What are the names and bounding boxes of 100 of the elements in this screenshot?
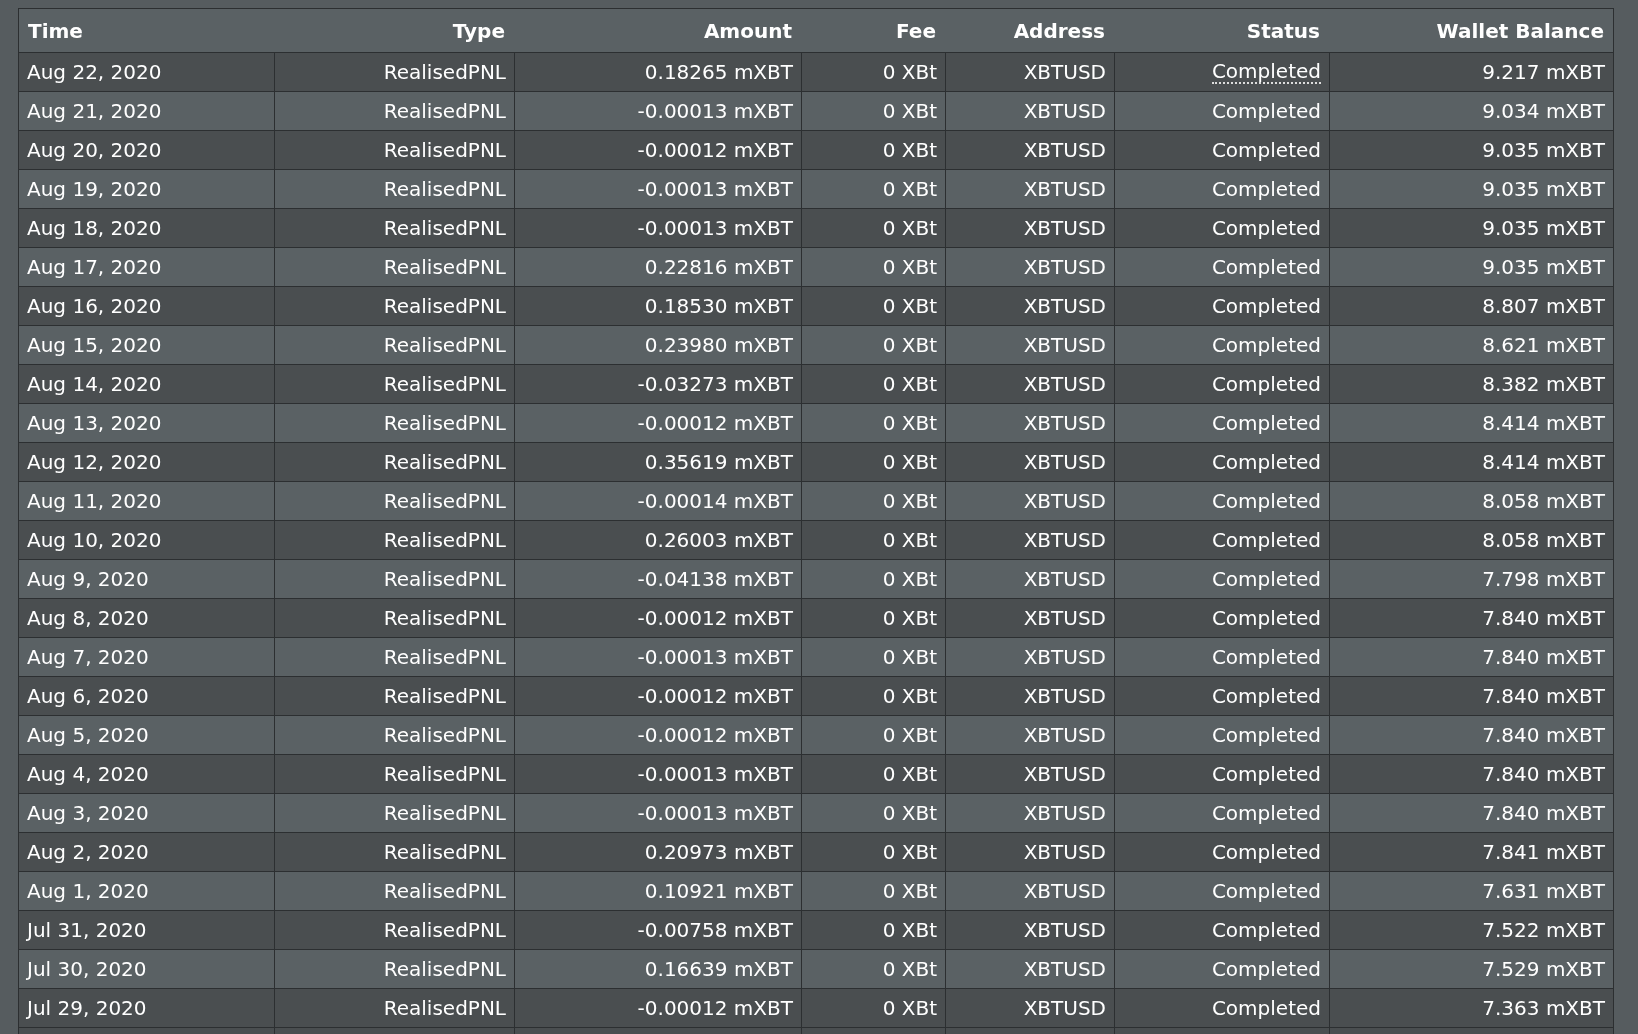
amount-cell: -0.00013 mXBT (514, 638, 801, 676)
address-cell: XBTUSD (945, 755, 1114, 793)
address-cell: XBTUSD (945, 833, 1114, 871)
time-cell-text: Aug 11, 2020 (26, 488, 163, 515)
column-header[interactable]: Wallet Balance (1329, 9, 1613, 52)
amount-cell: -0.00013 mXBT (514, 794, 801, 832)
amount-cell: -0.00014 mXBT (514, 482, 801, 520)
amount-cell: -0.03273 mXBT (514, 365, 801, 403)
fee-cell: 0 XBt (801, 989, 945, 1027)
address-cell: XBTUSD (945, 989, 1114, 1027)
fee-cell: 0 XBt (801, 755, 945, 793)
amount-cell: -0.00012 mXBT (514, 989, 801, 1027)
address-cell: XBTUSD (945, 638, 1114, 676)
column-header[interactable]: Amount (514, 9, 801, 52)
status-cell: Completed (1114, 521, 1329, 559)
fee-cell: 0 XBt (801, 833, 945, 871)
type-cell: RealisedPNL (274, 833, 514, 871)
balance-cell: 8.414 mXBT (1329, 404, 1613, 442)
time-cell-text: Aug 12, 2020 (26, 449, 163, 476)
fee-cell: 0 XBt (801, 794, 945, 832)
fee-cell: 0 XBt (801, 638, 945, 676)
status-cell: Completed (1114, 443, 1329, 481)
balance-cell: 7.798 mXBT (1329, 560, 1613, 598)
status-cell: Completed (1114, 872, 1329, 910)
type-cell: RealisedPNL (274, 989, 514, 1027)
balance-cell: 8.807 mXBT (1329, 287, 1613, 325)
address-cell: XBTUSD (945, 677, 1114, 715)
time-cell-text: Aug 6, 2020 (26, 683, 150, 710)
status-cell: Completed (1114, 794, 1329, 832)
time-cell-text: Aug 1, 2020 (26, 878, 150, 905)
amount-cell: 0.18265 mXBT (514, 53, 801, 91)
amount-cell: -0.04138 mXBT (514, 560, 801, 598)
type-cell: RealisedPNL (274, 599, 514, 637)
amount-cell: 0.22816 mXBT (514, 248, 801, 286)
type-cell: RealisedPNL (274, 521, 514, 559)
time-cell-text: Jul 29, 2020 (25, 995, 148, 1022)
column-header[interactable]: Time (19, 9, 274, 52)
status-cell: Completed (1114, 131, 1329, 169)
status-cell: Completed (1114, 950, 1329, 988)
status-cell: Completed (1114, 53, 1329, 91)
fee-cell: 0 XBt (801, 872, 945, 910)
type-cell: RealisedPNL (274, 677, 514, 715)
amount-cell: -0.00013 mXBT (514, 92, 801, 130)
address-cell: XBTUSD (945, 170, 1114, 208)
address-cell: XBTUSD (945, 287, 1114, 325)
status-cell: Completed (1114, 287, 1329, 325)
balance-cell: 7.840 mXBT (1329, 638, 1613, 676)
amount-cell: 0.35619 mXBT (514, 443, 801, 481)
status-cell: Completed (1114, 482, 1329, 520)
balance-cell: 8.382 mXBT (1329, 365, 1613, 403)
column-header[interactable]: Address (945, 9, 1114, 52)
address-cell: XBTUSD (945, 53, 1114, 91)
address-cell: XBTUSD (945, 716, 1114, 754)
column-header[interactable]: Status (1114, 9, 1329, 52)
address-cell: XBTUSD (945, 326, 1114, 364)
type-cell: RealisedPNL (274, 950, 514, 988)
fee-cell: 0 XBt (801, 716, 945, 754)
type-cell: RealisedPNL (274, 287, 514, 325)
type-cell: RealisedPNL (274, 872, 514, 910)
balance-cell: 7.363 mXBT (1329, 989, 1613, 1027)
balance-cell: 9.035 mXBT (1329, 170, 1613, 208)
column-header[interactable]: Fee (801, 9, 945, 52)
balance-cell: 9.035 mXBT (1329, 131, 1613, 169)
fee-cell: 0 XBt (801, 287, 945, 325)
fee-cell: 0 XBt (801, 209, 945, 247)
fee-cell: 0 XBt (801, 170, 945, 208)
amount-cell: -0.00012 mXBT (514, 677, 801, 715)
status-cell: Completed (1114, 365, 1329, 403)
address-cell: XBTUSD (945, 560, 1114, 598)
amount-cell: -0.00012 mXBT (514, 131, 801, 169)
amount-cell: 0.26003 mXBT (514, 521, 801, 559)
status-cell: Completed (1114, 248, 1329, 286)
fee-cell: 0 XBt (801, 326, 945, 364)
time-cell-text: Aug 3, 2020 (26, 800, 150, 827)
amount-cell: -0.00013 mXBT (514, 170, 801, 208)
time-cell-text: Aug 7, 2020 (26, 644, 150, 671)
column-header[interactable]: Type (274, 9, 514, 52)
amount-cell: 0.20973 mXBT (514, 833, 801, 871)
status-cell: Completed (1114, 677, 1329, 715)
fee-cell: 0 XBt (801, 482, 945, 520)
fee-cell: 0 XBt (801, 521, 945, 559)
type-cell: RealisedPNL (274, 170, 514, 208)
fee-cell: 0 XBt (801, 53, 945, 91)
time-cell-text: Aug 5, 2020 (26, 722, 150, 749)
status-cell: Completed (1114, 755, 1329, 793)
time-cell-text: Aug 15, 2020 (26, 332, 163, 359)
balance-cell: 9.034 mXBT (1329, 92, 1613, 130)
status-cell: Completed (1114, 599, 1329, 637)
time-cell-text: Aug 22, 2020 (26, 59, 163, 86)
type-cell: RealisedPNL (274, 755, 514, 793)
amount-cell: -0.00013 mXBT (514, 209, 801, 247)
amount-cell: 0.18530 mXBT (514, 287, 801, 325)
type-cell: RealisedPNL (274, 560, 514, 598)
time-cell-text: Aug 18, 2020 (26, 215, 163, 242)
time-cell-text: Jul 30, 2020 (25, 956, 148, 983)
fee-cell: 0 XBt (801, 911, 945, 949)
balance-cell: 7.631 mXBT (1329, 872, 1613, 910)
fee-cell: 0 XBt (801, 404, 945, 442)
amount-cell: -0.00012 mXBT (514, 716, 801, 754)
address-cell: XBTUSD (945, 443, 1114, 481)
